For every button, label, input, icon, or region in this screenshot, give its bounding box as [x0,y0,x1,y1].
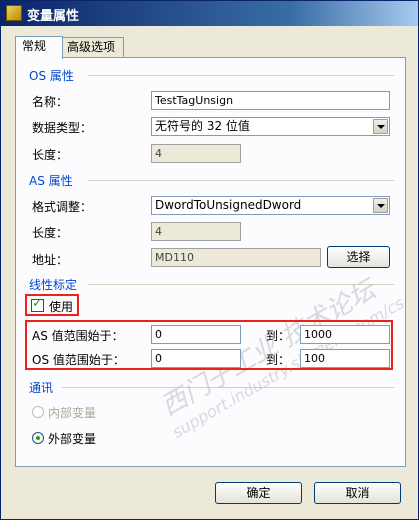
tag-icon [6,5,22,21]
as-group-title: AS 属性 [29,174,73,188]
select-button[interactable]: 选择 [327,246,390,268]
os-group-title: OS 属性 [29,69,74,83]
os-range-from-label: OS 值范围始于： [32,353,125,367]
scaling-group-divider [88,284,394,285]
external-variable-radio[interactable] [32,432,44,444]
internal-variable-radio [32,406,44,418]
os-group-divider [88,75,394,76]
scaling-group-title: 线性标定 [29,278,78,292]
chevron-down-icon[interactable] [373,198,388,213]
external-variable-label: 外部变量 [48,432,97,446]
internal-variable-label: 内部变量 [48,406,97,420]
as-range-from-input[interactable]: 0 [151,325,241,344]
os-length-label: 长度： [32,148,69,162]
os-length-field: 4 [151,144,241,163]
as-length-label: 长度： [32,226,69,240]
as-range-to-label: 到： [266,329,291,343]
data-type-label: 数据类型： [32,121,93,135]
format-label: 格式调整： [32,200,93,214]
title-bar[interactable]: 变量属性 [1,1,418,26]
tab-advanced[interactable]: 高级选项 [60,37,124,58]
as-range-from-label: AS 值范围始于： [32,329,124,343]
address-field: MD110 [151,248,321,267]
data-type-select[interactable]: 无符号的 32 位值 [151,117,390,136]
name-label: 名称： [32,95,69,109]
use-label: 使用 [49,300,74,314]
address-label: 地址： [32,253,69,267]
comm-group-divider [62,387,394,388]
as-length-field: 4 [151,222,241,241]
os-range-from-input[interactable]: 0 [151,349,241,368]
tab-general[interactable]: 常规 [15,36,63,59]
chevron-down-icon[interactable] [373,119,388,134]
format-select[interactable]: DwordToUnsignedDword [151,196,390,215]
cancel-button[interactable]: 取消 [314,482,401,504]
general-tab-panel: 西门子工业 技术论坛 support.industry.siemens.com/… [15,57,407,467]
os-range-to-label: 到： [266,353,291,367]
as-range-to-input[interactable]: 1000 [300,325,390,344]
ok-button[interactable]: 确定 [215,482,302,504]
format-value: DwordToUnsignedDword [155,198,302,212]
comm-group-title: 通讯 [29,381,54,395]
window-title: 变量属性 [27,9,80,24]
variable-properties-dialog: 变量属性 常规 高级选项 西门子工业 技术论坛 support.industry… [0,0,419,520]
data-type-value: 无符号的 32 位值 [155,119,250,133]
os-range-to-input[interactable]: 100 [300,349,390,368]
as-group-divider [88,180,394,181]
use-checkbox[interactable] [31,296,44,312]
name-input[interactable]: TestTagUnsign [151,91,390,110]
